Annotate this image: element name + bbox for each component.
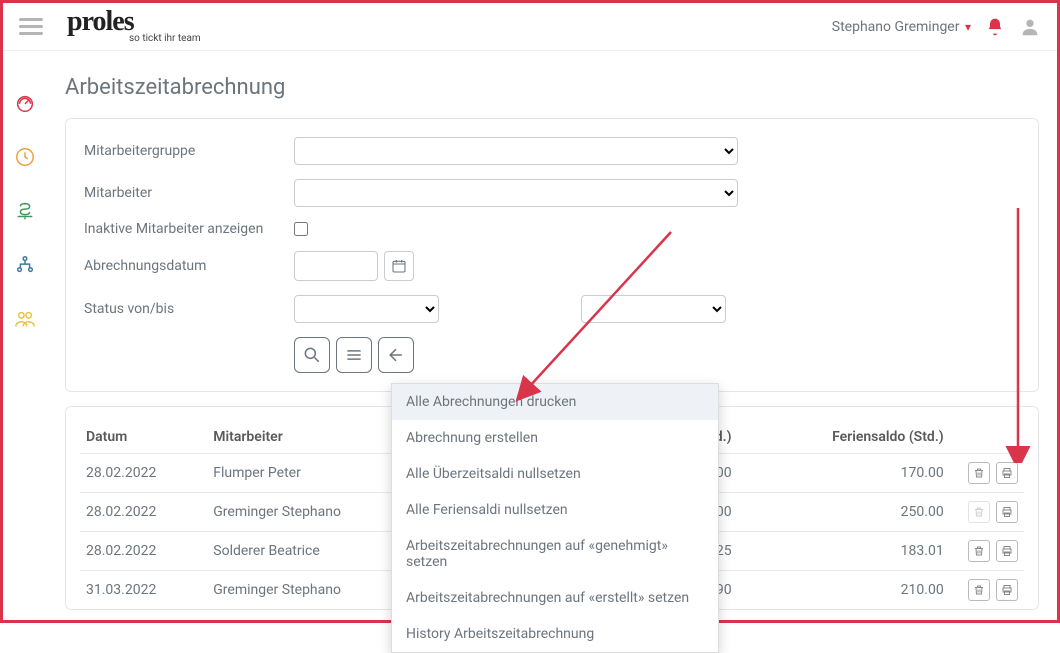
topbar: proles so tickt ihr team Stephano Gremin… — [3, 3, 1057, 51]
print-button[interactable] — [996, 501, 1018, 523]
avatar-icon[interactable] — [1019, 16, 1041, 38]
logo-tagline: so tickt ihr team — [129, 33, 201, 44]
inaktiv-label: Inaktive Mitarbeiter anzeigen — [84, 221, 294, 237]
dropdown-item[interactable]: Alle Überzeitsaldi nullsetzen — [392, 456, 718, 492]
sidebar-item-finance[interactable] — [13, 199, 37, 223]
filter-card: Mitarbeitergruppe Mitarbeiter Inaktive M… — [65, 118, 1039, 392]
print-button[interactable] — [996, 579, 1018, 601]
user-menu[interactable]: Stephano Greminger ▾ — [832, 19, 971, 35]
actions-dropdown: Alle Abrechnungen druckenAbrechnung erst… — [391, 383, 719, 653]
logo-text: proles — [67, 9, 201, 34]
cell-datum: 31.03.2022 — [80, 571, 207, 610]
datum-label: Abrechnungsdatum — [84, 258, 294, 274]
search-button[interactable] — [294, 337, 330, 373]
col-datum: Datum — [80, 421, 207, 454]
mitarbeitergruppe-select[interactable] — [294, 137, 738, 165]
sidebar-item-users[interactable] — [13, 307, 37, 331]
sidebar-item-dashboard[interactable] — [13, 91, 37, 115]
chevron-down-icon: ▾ — [965, 20, 971, 34]
mitarbeiter-select[interactable] — [294, 179, 738, 207]
sidebar-item-time[interactable] — [13, 145, 37, 169]
cell-feriensaldo: 170.00 — [738, 454, 950, 493]
back-button[interactable] — [378, 337, 414, 373]
hamburger-menu[interactable] — [19, 15, 43, 39]
page-title: Arbeitszeitabrechnung — [65, 75, 1039, 100]
dropdown-item[interactable]: Abrechnung erstellen — [392, 420, 718, 456]
mitarbeitergruppe-label: Mitarbeitergruppe — [84, 143, 294, 159]
dropdown-item[interactable]: Alle Feriensaldi nullsetzen — [392, 492, 718, 528]
menu-button[interactable] — [336, 337, 372, 373]
print-button[interactable] — [996, 462, 1018, 484]
dropdown-item[interactable]: Arbeitszeitabrechnungen auf «erstellt» s… — [392, 580, 718, 616]
calendar-button[interactable] — [384, 251, 414, 281]
status-von-select[interactable] — [294, 295, 439, 323]
delete-button[interactable] — [968, 462, 990, 484]
status-bis-select[interactable] — [581, 295, 726, 323]
cell-feriensaldo: 210.00 — [738, 571, 950, 610]
logo: proles so tickt ihr team — [67, 9, 201, 43]
print-button[interactable] — [996, 540, 1018, 562]
mitarbeiter-label: Mitarbeiter — [84, 185, 294, 201]
inaktiv-checkbox[interactable] — [294, 222, 308, 236]
delete-button[interactable] — [968, 540, 990, 562]
cell-datum: 28.02.2022 — [80, 454, 207, 493]
cell-datum: 28.02.2022 — [80, 493, 207, 532]
sidebar — [3, 51, 47, 620]
datum-input[interactable] — [294, 251, 378, 281]
bell-icon[interactable] — [985, 17, 1005, 37]
col-feriensaldo: Feriensaldo (Std.) — [738, 421, 950, 454]
delete-button[interactable] — [968, 579, 990, 601]
dropdown-item[interactable]: Arbeitszeitabrechnungen auf «genehmigt» … — [392, 528, 718, 580]
cell-feriensaldo: 183.01 — [738, 532, 950, 571]
status-label: Status von/bis — [84, 301, 294, 317]
dropdown-item[interactable]: Alle Abrechnungen drucken — [392, 384, 718, 420]
cell-feriensaldo: 250.00 — [738, 493, 950, 532]
delete-button[interactable] — [968, 501, 990, 523]
cell-datum: 28.02.2022 — [80, 532, 207, 571]
sidebar-item-org[interactable] — [13, 253, 37, 277]
dropdown-item[interactable]: History Arbeitszeitabrechnung — [392, 616, 718, 652]
